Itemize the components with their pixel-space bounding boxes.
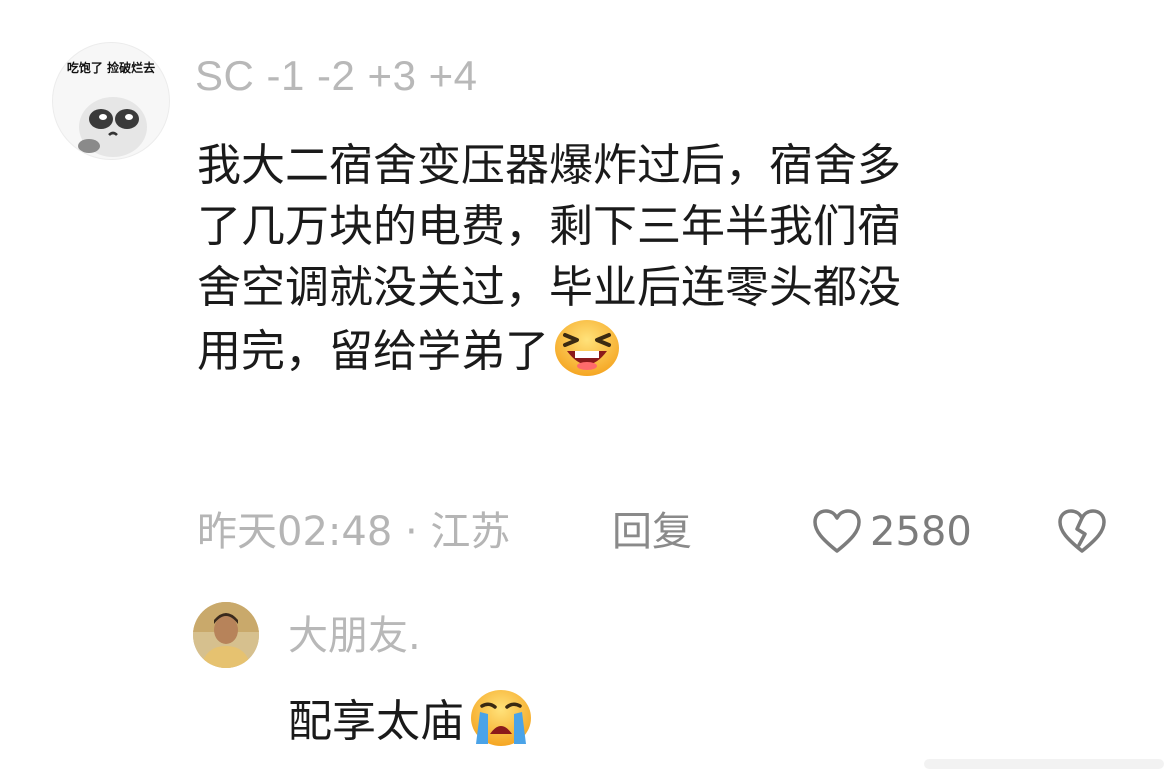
laughing-emoji-icon xyxy=(555,320,619,376)
reply-button[interactable]: 回复 xyxy=(612,505,692,559)
watermark xyxy=(924,759,1164,769)
comment-time-location: 昨天02:48 · 江苏 xyxy=(197,509,511,555)
comment-line: 了几万块的电费，剩下三年半我们宿 xyxy=(197,201,901,252)
reply-avatar[interactable] xyxy=(193,602,259,668)
comment-body: 我大二宿舍变压器爆炸过后，宿舍多 了几万块的电费，剩下三年半我们宿 舍空调就没关… xyxy=(197,135,1137,379)
comment-line-text: 用完，留给学弟了 xyxy=(197,326,549,377)
like-count: 2580 xyxy=(870,509,972,555)
comment-username[interactable]: SC -1 -2 +3 +4 xyxy=(195,52,477,100)
crying-emoji-icon xyxy=(471,690,531,746)
broken-heart-icon xyxy=(1058,509,1106,553)
avatar[interactable]: 吃饱了 捡破烂去 xyxy=(52,42,170,160)
reply-body: 配享太庙 xyxy=(288,688,534,752)
comment-line: 我大二宿舍变压器爆炸过后，宿舍多 xyxy=(197,140,901,191)
reply-username[interactable]: 大朋友. xyxy=(288,612,421,660)
sad-face-sticker-icon xyxy=(78,97,147,157)
comment-meta-row: 昨天02:48 · 江苏 回复 2580 xyxy=(197,505,1117,559)
dislike-button[interactable] xyxy=(1057,509,1107,569)
like-button[interactable]: 2580 xyxy=(812,505,972,559)
comment-line: 舍空调就没关过，毕业后连零头都没 xyxy=(197,262,901,313)
reply-body-text: 配享太庙 xyxy=(288,696,464,747)
comment-line: 用完，留给学弟了 xyxy=(197,318,1137,379)
person-photo-icon xyxy=(193,602,259,668)
heart-outline-icon xyxy=(813,509,861,553)
